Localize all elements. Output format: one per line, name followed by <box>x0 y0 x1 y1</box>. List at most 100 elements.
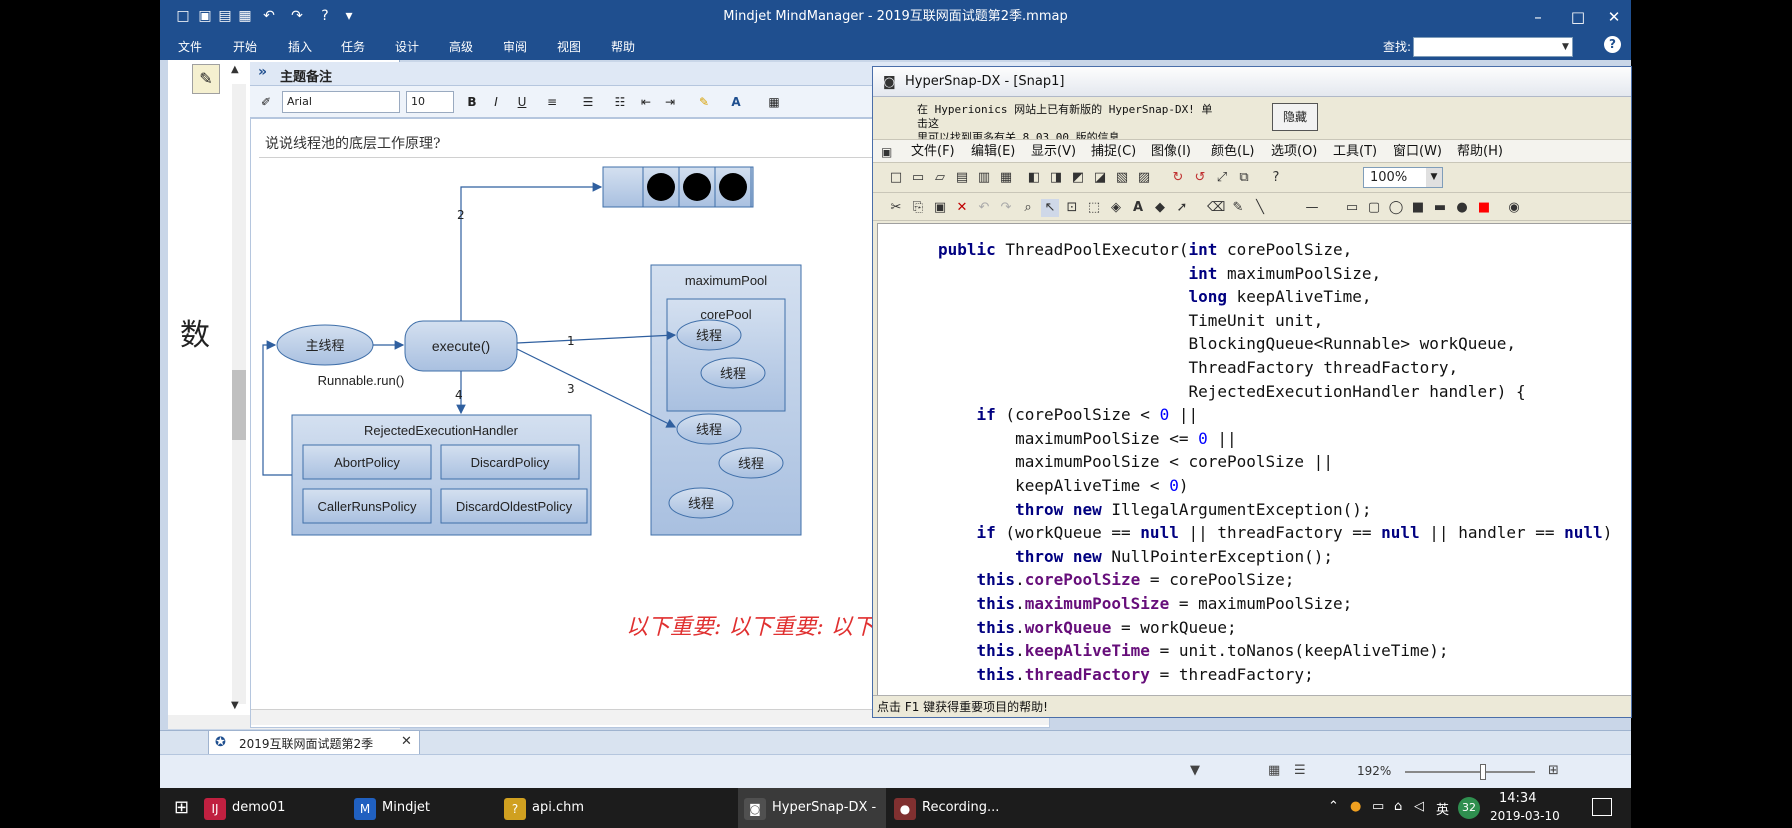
zoom-slider[interactable] <box>1405 771 1535 773</box>
select-area-icon[interactable]: ⊡ <box>1063 199 1081 217</box>
ellipse-icon[interactable]: ◯ <box>1387 199 1405 217</box>
windows-start-icon[interactable]: ⊞ <box>174 798 194 818</box>
context-help-icon[interactable]: ? <box>1267 169 1285 187</box>
tray-app-icon[interactable]: ● <box>1350 799 1361 814</box>
view-layout-icon[interactable]: ▦ <box>1268 763 1280 778</box>
menu-file[interactable]: 文件 <box>178 34 202 60</box>
menu-help[interactable]: 帮助 <box>611 34 635 60</box>
view-outline-icon[interactable]: ☰ <box>1294 763 1306 778</box>
new-icon[interactable]: □ <box>887 169 905 187</box>
filled-ellipse-icon[interactable]: ● <box>1453 199 1471 217</box>
capture-button-icon[interactable]: ◪ <box>1091 169 1109 187</box>
minimize-button[interactable]: – <box>1524 6 1552 28</box>
font-name-select[interactable]: Arial <box>282 91 400 113</box>
line-tool-icon[interactable]: ╲ <box>1251 199 1269 217</box>
note-icon[interactable]: ✎ <box>192 64 220 94</box>
print-icon[interactable]: ▦ <box>997 169 1015 187</box>
hs-menu-image[interactable]: 图像(I) <box>1151 140 1191 164</box>
fit-icon[interactable]: ⊞ <box>1548 763 1559 778</box>
taskbar-item-chm[interactable]: ? api.chm <box>498 788 646 828</box>
menu-task[interactable]: 任务 <box>341 34 365 60</box>
undo-icon[interactable]: ↶ <box>975 199 993 217</box>
hs-menu-tools[interactable]: 工具(T) <box>1333 140 1377 164</box>
format-painter-icon[interactable]: ✐ <box>256 92 276 112</box>
menu-advanced[interactable]: 高级 <box>449 34 473 60</box>
shadow-icon[interactable]: ◉ <box>1505 199 1523 217</box>
close-button[interactable]: ✕ <box>1600 6 1628 28</box>
menu-home[interactable]: 开始 <box>233 34 257 60</box>
hs-menu-edit[interactable]: 编辑(E) <box>971 140 1015 164</box>
arrow-tool-icon[interactable]: ➚ <box>1173 199 1191 217</box>
zoom-tool-icon[interactable]: ⌕ <box>1019 199 1037 217</box>
hs-menu-color[interactable]: 颜色(L) <box>1211 140 1254 164</box>
filled-rounded-icon[interactable]: ▬ <box>1431 199 1449 217</box>
rounded-rect-icon[interactable]: ▢ <box>1365 199 1383 217</box>
stamp-icon[interactable]: ◆ <box>1151 199 1169 217</box>
align-icon[interactable]: ≡ <box>542 92 562 112</box>
pencil-icon[interactable]: ✎ <box>1229 199 1247 217</box>
tray-expand-icon[interactable]: ⌃ <box>1328 799 1339 814</box>
taskbar-item-recording[interactable]: ● Recording... <box>888 788 1036 828</box>
capture-region-icon[interactable]: ◨ <box>1047 169 1065 187</box>
paste-icon[interactable]: ▣ <box>931 199 949 217</box>
zoom-dropdown-icon[interactable]: ▼ <box>1426 168 1442 187</box>
taskbar-item-mindmanager[interactable]: M Mindjet MindMa... <box>348 788 496 828</box>
maximize-button[interactable]: □ <box>1564 6 1592 28</box>
action-center-icon[interactable] <box>1592 798 1612 816</box>
capture-active-icon[interactable]: ▧ <box>1113 169 1131 187</box>
outdent-icon[interactable]: ⇤ <box>636 92 656 112</box>
snap-canvas[interactable]: public ThreadPoolExecutor(int corePoolSi… <box>877 223 1631 717</box>
crop-icon[interactable]: ⧉ <box>1235 169 1253 187</box>
find-input[interactable] <box>1413 37 1573 57</box>
document-tab[interactable]: ✪ 2019互联网面试题第2季 ✕ <box>208 731 420 755</box>
book-icon[interactable]: ▥ <box>975 169 993 187</box>
hs-menu-view[interactable]: 显示(V) <box>1031 140 1076 164</box>
scroll-down-icon[interactable]: ▼ <box>231 700 245 714</box>
hs-menu-file[interactable]: 文件(F) <box>911 140 955 164</box>
zoom-slider-thumb[interactable] <box>1480 764 1486 780</box>
open-icon[interactable]: ▭ <box>909 169 927 187</box>
resize-icon[interactable]: ⤢ <box>1213 169 1231 187</box>
color-picker-icon[interactable]: ■ <box>1475 199 1493 217</box>
notification-badge[interactable]: 32 <box>1458 797 1480 819</box>
select-pointer-icon[interactable]: ↖ <box>1041 199 1059 217</box>
volume-icon[interactable]: ◁ <box>1414 799 1424 814</box>
flip-icon[interactable]: ↺ <box>1191 169 1209 187</box>
doc-menu-icon[interactable]: ▣ <box>881 145 892 159</box>
font-size-select[interactable]: 10 <box>406 91 454 113</box>
eraser-icon[interactable]: ⌫ <box>1207 199 1225 217</box>
network-icon[interactable]: ⌂ <box>1394 799 1402 814</box>
taskbar-item-hypersnap[interactable]: ◙ HyperSnap-DX - [... <box>738 788 886 828</box>
help-icon[interactable]: ? <box>1604 36 1621 53</box>
rectangle-icon[interactable]: ▭ <box>1343 199 1361 217</box>
capture-full-icon[interactable]: ▨ <box>1135 169 1153 187</box>
clock-date[interactable]: 2019-03-10 <box>1490 809 1560 823</box>
fill-icon[interactable]: ◈ <box>1107 199 1125 217</box>
hs-menu-options[interactable]: 选项(O) <box>1271 140 1317 164</box>
menu-view[interactable]: 视图 <box>557 34 581 60</box>
save-icon[interactable]: ▤ <box>953 169 971 187</box>
close-tab-icon[interactable]: ✕ <box>401 734 412 749</box>
menu-design[interactable]: 设计 <box>395 34 419 60</box>
menu-insert[interactable]: 插入 <box>288 34 312 60</box>
find-dropdown-icon[interactable]: ▼ <box>1558 37 1573 57</box>
filled-rect-icon[interactable]: ■ <box>1409 199 1427 217</box>
line-width-icon[interactable]: — <box>1303 199 1321 217</box>
font-color-icon[interactable]: A <box>726 92 746 112</box>
copy-icon[interactable]: ⎘ <box>909 199 927 217</box>
indent-icon[interactable]: ⇥ <box>660 92 680 112</box>
capture-icon[interactable]: ◧ <box>1025 169 1043 187</box>
scroll-up-icon[interactable]: ▲ <box>231 64 245 78</box>
hs-menu-help[interactable]: 帮助(H) <box>1457 140 1503 164</box>
italic-button[interactable]: I <box>486 92 506 112</box>
menu-review[interactable]: 审阅 <box>503 34 527 60</box>
collapse-chevron-icon[interactable]: » <box>258 64 267 80</box>
marquee-icon[interactable]: ⬚ <box>1085 199 1103 217</box>
table-icon[interactable]: ▦ <box>764 92 784 112</box>
bold-button[interactable]: B <box>462 92 482 112</box>
numbered-list-icon[interactable]: ☰ <box>578 92 598 112</box>
highlight-icon[interactable]: ✎ <box>694 92 714 112</box>
clock-time[interactable]: 14:34 <box>1499 791 1536 806</box>
hide-button[interactable]: 隐藏 <box>1272 103 1318 131</box>
hs-menu-capture[interactable]: 捕捉(C) <box>1091 140 1136 164</box>
